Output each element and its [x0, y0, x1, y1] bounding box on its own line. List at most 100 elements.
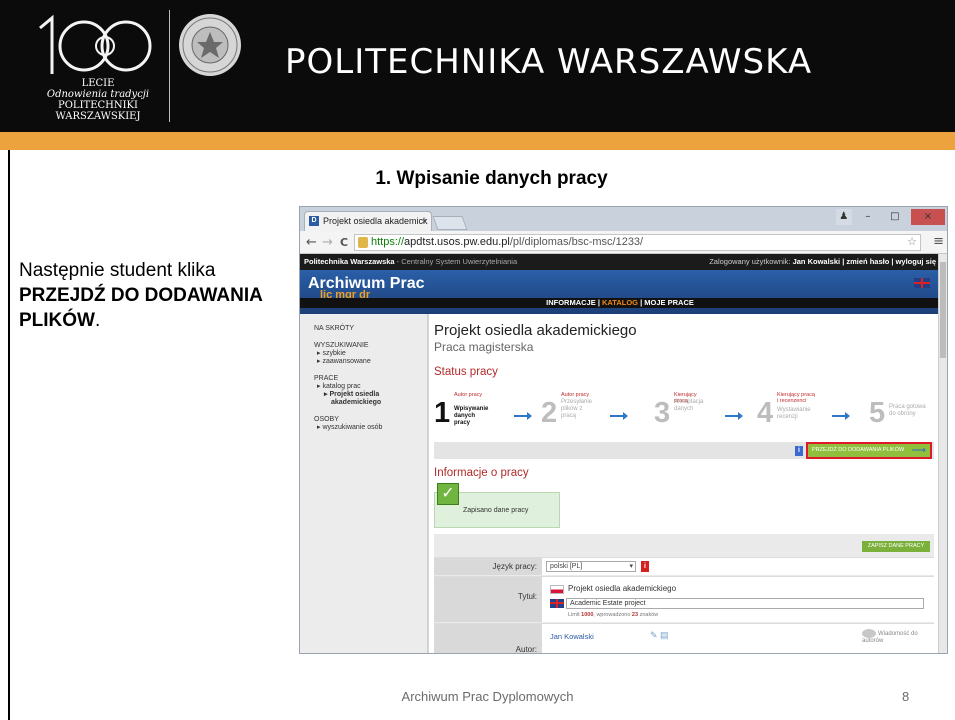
sidebar-heading-search: WYSZUKIWANIE [314, 342, 369, 349]
org-name: Politechnika Warszawska [304, 257, 395, 266]
save-data-button[interactable]: ZAPISZ DANE PRACY [862, 541, 930, 552]
goto-add-files-button[interactable]: PRZEJDŹ DO DODAWANIA PLIKÓW ⟶ [806, 442, 932, 459]
sidebar-item-current-work-cont[interactable]: akademickiego [314, 399, 427, 407]
author-label: Autor: [434, 624, 542, 653]
checkmark-icon: ✓ [437, 483, 459, 505]
polish-flag-icon [550, 585, 564, 594]
step-label: Wystawianie recenzji [777, 407, 811, 420]
centenary-logo: LECIE Odnowienia tradycji POLITECHNIKI W… [32, 12, 164, 127]
sidebar-heading-people: OSOBY [314, 416, 339, 423]
goto-add-files-label: PRZEJDŹ DO DODAWANIA PLIKÓW [812, 447, 905, 453]
sidebar-item-shortcuts[interactable]: NA SKRÓTY [314, 325, 427, 333]
back-button[interactable]: ← [306, 234, 317, 251]
browser-toolbar: ← → C https://apdtst.usos.pw.edu.pl/pl/d… [300, 231, 947, 254]
lock-icon [358, 237, 368, 248]
limit-max: 1000 [581, 612, 594, 618]
edit-icon[interactable]: ✎ ▤ [650, 630, 669, 641]
sidebar-item-current-work[interactable]: ▸ Projekt osiedla [314, 391, 427, 399]
step-role: Kierujący pracą i recenzenci [777, 392, 815, 404]
sidebar-item-advanced-search[interactable]: ▸ zaawansowane [314, 358, 427, 366]
status-steps: 1 Autor pracy Wpisywanie danych pracy 2 … [434, 386, 934, 438]
university-seal-icon [179, 14, 241, 76]
forward-button[interactable]: → [322, 234, 333, 251]
site-sidebar: NA SKRÓTY WYSZUKIWANIE ▸ szybkie ▸ zaawa… [300, 314, 428, 653]
slide-frame-line [8, 150, 10, 720]
menu-moje-prace[interactable]: MOJE PRACE [644, 298, 694, 307]
info-icon[interactable]: i [795, 446, 803, 456]
menu-informacje[interactable]: INFORMACJE [546, 298, 596, 307]
slide-footer: Archiwum Prac Dyplomowych [401, 689, 574, 704]
language-info-icon[interactable]: i [641, 561, 649, 572]
page-scrollbar[interactable] [938, 254, 947, 653]
title-polish: Projekt osiedla akademickiego [568, 584, 677, 593]
step-number: 3 [654, 397, 671, 429]
close-tab-icon[interactable]: × [422, 212, 427, 230]
logo-line-1: LECIE [81, 78, 115, 89]
title-english-input[interactable]: Academic Estate project [566, 598, 924, 609]
status-action-bar: i PRZEJDŹ DO DODAWANIA PLIKÓW ⟶ [434, 442, 934, 459]
char-limit: Limit 1000, wprowadzono 23 znaków [568, 612, 658, 618]
instruction-end: . [95, 310, 101, 331]
instruction-bold: PRZEJDŹ DO DODAWANIA PLIKÓW [19, 285, 263, 331]
title-fields: Projekt osiedla akademickiego Academic E… [546, 577, 934, 623]
step-label: Przesyłanie plików z pracą [561, 399, 593, 419]
sidebar-item-catalog[interactable]: ▸ katalog prac [314, 383, 427, 391]
step-label: Praca gotowa do obrony [889, 404, 926, 417]
english-flag-icon[interactable] [914, 278, 930, 288]
url-scheme: https:// [371, 236, 405, 248]
browser-tab[interactable]: D Projekt osiedla akademick × [304, 211, 432, 231]
limit-mid: , wprowadzono [593, 612, 632, 618]
title-row: Tytuł: Projekt osiedla akademickiego Aca… [434, 576, 934, 622]
sidebar-item-quick-search[interactable]: ▸ szybkie [314, 350, 427, 358]
logo-line-3: POLITECHNIKI [58, 100, 138, 111]
minimize-button[interactable]: – [857, 209, 879, 225]
maximize-button[interactable]: □ [884, 209, 906, 225]
window-controls: ♟ – □ × [835, 209, 945, 225]
english-flag-icon [550, 599, 564, 608]
new-tab-button[interactable] [432, 216, 468, 230]
step-arrow-icon [514, 412, 532, 420]
login-prefix: Zalogowany użytkownik: [709, 257, 793, 266]
bookmark-star-icon[interactable]: ☆ [907, 235, 917, 250]
author-name[interactable]: Jan Kowalski [550, 632, 594, 641]
slide-instruction: Następnie student klika PRZEJDŹ DO DODAW… [19, 258, 289, 333]
step-role: Autor pracy [454, 392, 483, 398]
info-heading: Informacje o pracy [434, 467, 529, 479]
account-links[interactable]: | zmień hasło | wyloguj się [840, 257, 936, 266]
title-english-value: Academic Estate project [570, 600, 646, 607]
language-label: Język pracy: [434, 558, 542, 575]
logo-line-4: WARSZAWSKIEJ [55, 111, 141, 122]
language-row: Język pracy: polski [PL] i [434, 557, 934, 575]
reload-button[interactable]: C [340, 234, 348, 251]
logo-line-2: Odnowienia tradycji [46, 89, 150, 100]
scrollbar-thumb[interactable] [940, 262, 946, 358]
step-arrow-icon [832, 412, 850, 420]
page-number: 8 [902, 689, 910, 704]
close-window-button[interactable]: × [911, 209, 945, 225]
sidebar-item-people-search[interactable]: ▸ wyszukiwanie osób [314, 424, 427, 432]
step-label: Wpisywanie danych pracy [454, 406, 489, 426]
step-label: Akceptacja danych [674, 399, 704, 412]
author-row: Autor: Jan Kowalski ✎ ▤ Wiadomość do aut… [434, 623, 934, 653]
thesis-form: ZAPISZ DANE PRACY Język pracy: polski [P… [434, 534, 934, 653]
language-select[interactable]: polski [PL] [546, 561, 636, 572]
slide: LECIE Odnowienia tradycji POLITECHNIKI W… [0, 0, 955, 720]
centenary-100-icon [39, 14, 152, 74]
browser-menu-icon[interactable]: ≡ [933, 234, 944, 249]
slide-heading: 1. Wpisanie danych pracy [375, 168, 608, 189]
user-profile-icon[interactable]: ♟ [835, 209, 852, 225]
university-name: POLITECHNIKA WARSZAWSKA [285, 42, 813, 82]
instruction-text: Następnie student klika [19, 260, 216, 281]
arrow-right-icon: ⟶ [911, 445, 926, 456]
menu-katalog[interactable]: KATALOG [602, 298, 638, 307]
title-label: Tytuł: [434, 577, 542, 622]
tab-title: Projekt osiedla akademick [323, 216, 428, 226]
message-authors-button[interactable]: Wiadomość do autorów [862, 629, 918, 645]
step-number: 4 [757, 397, 774, 429]
step-role: Autor pracy [561, 392, 590, 398]
thesis-type: Praca magisterska [434, 340, 534, 354]
site-top-bar: Politechnika Warszawska - Centralny Syst… [300, 254, 940, 270]
saved-message: Zapisano dane pracy [463, 507, 529, 514]
address-bar[interactable]: https://apdtst.usos.pw.edu.pl/pl/diploma… [354, 234, 921, 251]
site-menu: INFORMACJE | KATALOG | MOJE PRACE [300, 298, 940, 308]
